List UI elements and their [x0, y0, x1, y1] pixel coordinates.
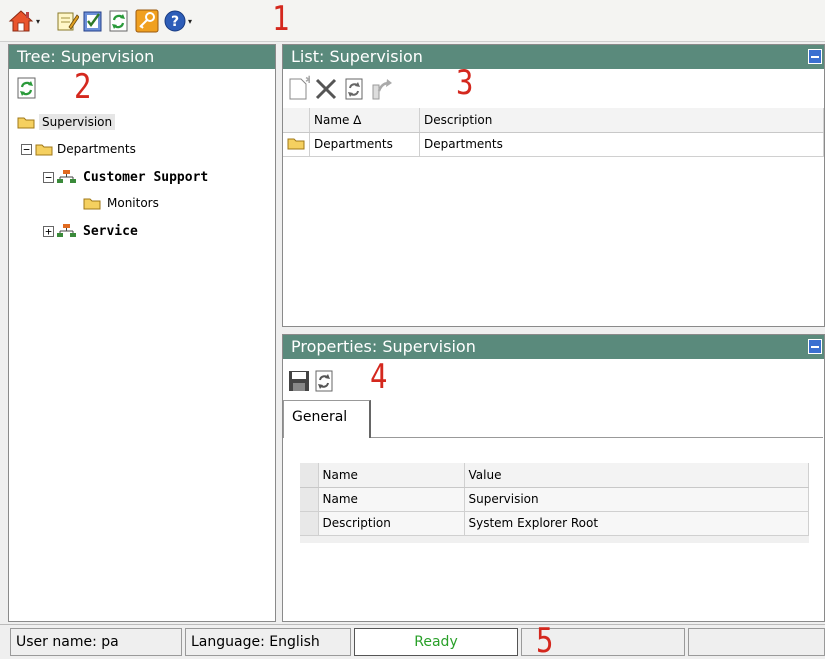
annotation-3: 3 [456, 63, 474, 103]
key-icon [135, 9, 159, 33]
column-header-value[interactable]: Value [464, 463, 809, 488]
checklist-button[interactable] [80, 7, 106, 35]
annotation-2: 2 [74, 67, 92, 107]
cell-name: Departments [309, 132, 420, 157]
cell-property-value[interactable]: Supervision [464, 487, 809, 512]
edit-button[interactable] [54, 7, 80, 35]
status-language: Language: English [185, 628, 351, 656]
save-icon [289, 371, 309, 391]
tree-refresh-button[interactable] [16, 75, 38, 101]
status-user: User name: pa [10, 628, 182, 656]
tree-panel-title: Tree: Supervision [17, 47, 155, 66]
tree-node-label: Supervision [39, 114, 116, 130]
column-header-name[interactable]: Name ∆ [309, 108, 420, 133]
cell-description: Departments [419, 132, 824, 157]
delete-icon [315, 78, 337, 100]
tree-node-monitors[interactable]: Monitors [83, 193, 159, 213]
properties-panel-header: Properties: Supervision [283, 335, 824, 359]
status-state: Ready [354, 628, 518, 656]
tree-node-customer-support[interactable]: − Customer Support [43, 167, 208, 187]
refresh-icon [17, 77, 36, 99]
collapse-icon[interactable]: − [43, 171, 54, 183]
refresh-icon [315, 370, 333, 392]
list-panel: List: Supervision ✱ Name ∆ Description D… [282, 44, 825, 327]
cell-property-name: Name [318, 487, 465, 512]
folder-icon [17, 117, 35, 129]
list-header-row: Name ∆ Description [283, 108, 824, 133]
tree-node-label: Customer Support [83, 169, 209, 185]
refresh-icon [109, 10, 128, 32]
main-toolbar: ▾ ? ▾ [0, 0, 825, 42]
tab-baseline [371, 437, 823, 438]
new-item-button[interactable]: ✱ [287, 73, 311, 103]
column-header-description[interactable]: Description [419, 108, 824, 133]
status-empty-2 [688, 628, 825, 656]
row-icon-cell [283, 132, 310, 157]
properties-panel: Properties: Supervision Name Value Name … [282, 334, 825, 622]
home-icon [8, 10, 34, 32]
row-selector [300, 511, 319, 536]
property-row[interactable]: Description System Explorer Root [300, 511, 809, 536]
folder-icon [35, 144, 53, 156]
refresh-icon [345, 78, 363, 100]
property-row[interactable]: Name Supervision [300, 487, 809, 512]
annotation-1: 1 [272, 0, 290, 39]
collapse-icon[interactable]: − [21, 143, 32, 155]
properties-panel-title: Properties: Supervision [291, 337, 476, 356]
checklist-icon [83, 11, 102, 32]
tree-node-label: Departments [57, 142, 136, 156]
delete-button[interactable] [313, 75, 339, 103]
cell-property-name: Description [318, 511, 465, 536]
key-button[interactable] [134, 7, 160, 35]
column-header-name[interactable]: Name [318, 463, 465, 488]
row-selector [300, 487, 319, 512]
properties-empty-area [300, 543, 809, 603]
properties-header-row: Name Value [300, 463, 809, 488]
svg-text:?: ? [171, 14, 179, 30]
cell-property-value[interactable]: System Explorer Root [464, 511, 809, 536]
annotation-4: 4 [370, 357, 388, 397]
tree-node-label: Monitors [107, 196, 159, 210]
list-table: Name ∆ Description Departments Departmen… [283, 108, 824, 157]
home-dropdown-icon[interactable]: ▾ [36, 18, 44, 26]
export-icon [372, 79, 392, 100]
save-button[interactable] [287, 367, 311, 395]
tab-general[interactable]: General [283, 400, 371, 438]
annotation-5: 5 [536, 621, 554, 659]
minimize-button[interactable] [808, 339, 822, 354]
row-selector-header [300, 463, 319, 488]
tree-node-supervision[interactable]: Supervision [17, 112, 116, 132]
folder-icon [287, 138, 305, 149]
list-panel-header: List: Supervision [283, 45, 824, 69]
row-icon-header [283, 108, 310, 133]
properties-refresh-button[interactable] [313, 367, 335, 395]
help-dropdown-icon[interactable]: ▾ [188, 18, 196, 26]
tree-panel-header: Tree: Supervision [9, 45, 275, 69]
refresh-all-button[interactable] [106, 7, 132, 35]
minimize-button[interactable] [808, 49, 822, 64]
folder-icon [83, 198, 101, 210]
help-icon: ? [164, 10, 186, 32]
org-chart-icon [57, 224, 76, 237]
edit-document-icon [57, 12, 79, 31]
list-panel-title: List: Supervision [291, 47, 423, 66]
tree-node-departments[interactable]: − Departments [21, 139, 136, 159]
svg-text:✱: ✱ [305, 75, 310, 86]
tree-node-service[interactable]: + Service [43, 221, 138, 241]
org-chart-icon [57, 170, 76, 183]
home-button[interactable] [8, 7, 34, 35]
expand-icon[interactable]: + [43, 225, 54, 237]
tree-panel: Tree: Supervision Supervision − Departme… [8, 44, 276, 622]
new-document-icon: ✱ [289, 75, 310, 100]
tree-node-label: Service [83, 223, 138, 239]
export-button[interactable] [369, 75, 393, 103]
properties-table: Name Value Name Supervision Description … [300, 463, 809, 536]
status-bar: User name: pa Language: English Ready [0, 624, 825, 659]
list-row[interactable]: Departments Departments [283, 132, 824, 157]
list-refresh-button[interactable] [343, 75, 365, 103]
help-button[interactable]: ? [162, 7, 188, 35]
